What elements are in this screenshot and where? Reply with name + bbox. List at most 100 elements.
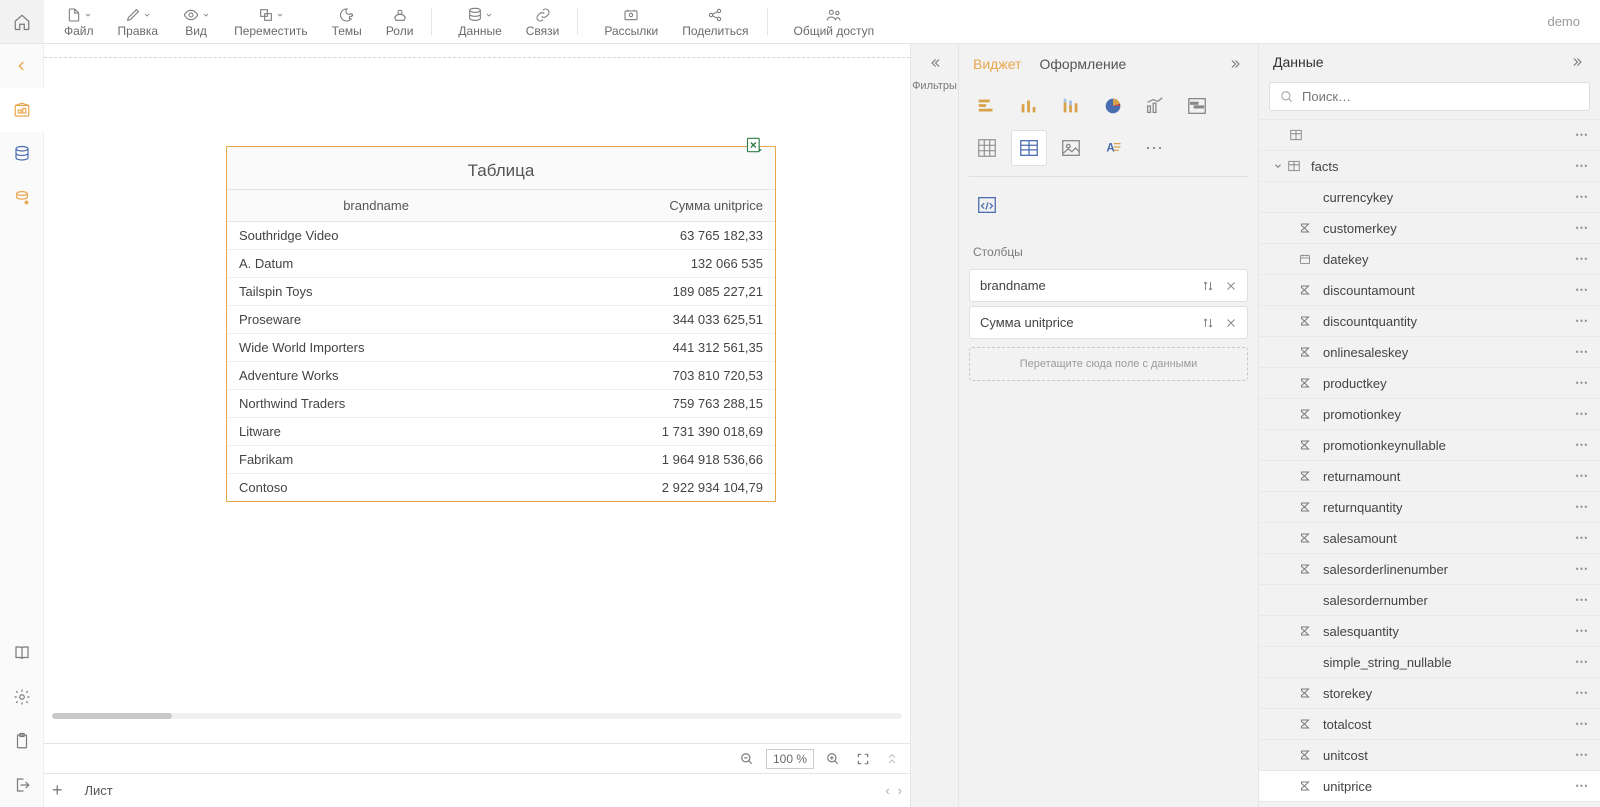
excel-export-icon[interactable] (745, 135, 765, 155)
more-icon[interactable]: ⋯ (1575, 716, 1590, 732)
zoom-out-button[interactable] (736, 748, 758, 770)
more-icon[interactable]: ⋯ (1575, 127, 1590, 143)
table-row[interactable]: Tailspin Toys189 085 227,21 (227, 278, 775, 306)
zoom-in-button[interactable] (822, 748, 844, 770)
add-sheet-button[interactable]: + (52, 780, 63, 801)
tree-table-facts[interactable]: facts ⋯ (1259, 151, 1600, 182)
tree-field[interactable]: discountquantity⋯ (1259, 306, 1600, 337)
exit-button[interactable] (0, 763, 44, 807)
column-chip[interactable]: Сумма unitprice (969, 306, 1248, 339)
more-icon[interactable]: ⋯ (1575, 530, 1590, 546)
chart-type-bar-stacked[interactable] (1053, 88, 1089, 124)
expand-filters-button[interactable] (927, 56, 943, 70)
tree-field[interactable]: datekey⋯ (1259, 244, 1600, 275)
table-header[interactable]: Сумма unitprice (525, 190, 775, 222)
zoom-level[interactable]: 100 % (766, 749, 814, 769)
tree-field[interactable]: salesamount⋯ (1259, 523, 1600, 554)
chart-type-bar-h[interactable] (969, 88, 1005, 124)
sheet-tab[interactable]: Лист (75, 779, 123, 802)
menu-pencil[interactable]: Правка (106, 2, 171, 42)
tree-field[interactable]: unitcost⋯ (1259, 740, 1600, 771)
chart-type-bar-v[interactable] (1011, 88, 1047, 124)
tree-field[interactable]: salesorderlinenumber⋯ (1259, 554, 1600, 585)
tree-field[interactable]: returnquantity⋯ (1259, 492, 1600, 523)
dashboard-nav[interactable] (0, 88, 44, 132)
collapse-data-panel-button[interactable] (1570, 55, 1586, 69)
tree-field[interactable]: promotionkeynullable⋯ (1259, 430, 1600, 461)
more-icon[interactable]: ⋯ (1575, 468, 1590, 484)
tree-field[interactable]: salesordernumber⋯ (1259, 585, 1600, 616)
chart-type-gantt[interactable] (1179, 88, 1215, 124)
tree-field[interactable]: storekey⋯ (1259, 678, 1600, 709)
sheet-prev-button[interactable]: ‹ (885, 783, 889, 798)
more-icon[interactable]: ⋯ (1575, 592, 1590, 608)
tree-field[interactable]: currencykey⋯ (1259, 182, 1600, 213)
settings-button[interactable] (0, 675, 44, 719)
table-widget[interactable]: Таблица brandnameСумма unitprice Southri… (226, 146, 776, 502)
data-search[interactable] (1269, 82, 1590, 111)
tree-field[interactable]: discountamount⋯ (1259, 275, 1600, 306)
more-icon[interactable]: ⋯ (1575, 313, 1590, 329)
chart-type-table[interactable] (1011, 130, 1047, 166)
menu-eye[interactable]: Вид (170, 2, 222, 42)
horizontal-scrollbar[interactable] (52, 713, 902, 719)
chart-type-combo[interactable] (1137, 88, 1173, 124)
menu-file[interactable]: Файл (52, 2, 106, 42)
more-icon[interactable]: ⋯ (1575, 344, 1590, 360)
collapse-up-button[interactable] (882, 749, 902, 769)
table-row[interactable]: Adventure Works703 810 720,53 (227, 362, 775, 390)
menu-roles[interactable]: Роли (374, 2, 426, 42)
more-icon[interactable]: ⋯ (1575, 158, 1590, 174)
more-icon[interactable]: ⋯ (1575, 406, 1590, 422)
more-icon[interactable]: ⋯ (1575, 220, 1590, 236)
table-header[interactable]: brandname (227, 190, 525, 222)
tree-field[interactable]: onlinesaleskey⋯ (1259, 337, 1600, 368)
data-nav[interactable] (0, 132, 44, 176)
docs-button[interactable] (0, 631, 44, 675)
chip-remove-icon[interactable] (1225, 280, 1237, 292)
menu-mail[interactable]: Рассылки (592, 2, 670, 42)
chart-type-pie[interactable] (1095, 88, 1131, 124)
tree-field[interactable]: returnamount⋯ (1259, 461, 1600, 492)
chip-remove-icon[interactable] (1225, 317, 1237, 329)
user-label[interactable]: demo (1547, 0, 1600, 43)
more-icon[interactable]: ⋯ (1575, 685, 1590, 701)
more-icon[interactable]: ⋯ (1575, 747, 1590, 763)
more-icon[interactable]: ⋯ (1575, 375, 1590, 391)
menu-people[interactable]: Общий доступ (782, 2, 887, 42)
home-button[interactable] (0, 0, 44, 43)
model-nav[interactable] (0, 176, 44, 220)
tree-field[interactable]: totalcost⋯ (1259, 709, 1600, 740)
table-row[interactable]: Wide World Importers441 312 561,35 (227, 334, 775, 362)
menu-move[interactable]: Переместить (222, 2, 320, 42)
more-icon[interactable]: ⋯ (1575, 437, 1590, 453)
table-row[interactable]: Southridge Video63 765 182,33 (227, 222, 775, 250)
menu-share[interactable]: Поделиться (670, 2, 760, 42)
back-button[interactable] (0, 44, 44, 88)
table-row[interactable]: Fabrikam1 964 918 536,66 (227, 446, 775, 474)
fullscreen-button[interactable] (852, 748, 874, 770)
tree-field[interactable]: promotionkey⋯ (1259, 399, 1600, 430)
table-row[interactable]: Contoso2 922 934 104,79 (227, 474, 775, 502)
chart-type-text[interactable]: A (1095, 130, 1131, 166)
chart-type-pivot[interactable] (969, 130, 1005, 166)
table-row[interactable]: Litware1 731 390 018,69 (227, 418, 775, 446)
more-icon[interactable]: ⋯ (1575, 654, 1590, 670)
more-icon[interactable]: ⋯ (1575, 251, 1590, 267)
table-row[interactable]: Northwind Traders759 763 288,15 (227, 390, 775, 418)
more-icon[interactable]: ⋯ (1575, 623, 1590, 639)
more-icon[interactable]: ⋯ (1575, 778, 1590, 794)
tree-field[interactable]: salesquantity⋯ (1259, 616, 1600, 647)
menu-db[interactable]: Данные (446, 2, 513, 42)
more-icon[interactable]: ⋯ (1575, 561, 1590, 577)
menu-theme[interactable]: Темы (320, 2, 374, 42)
clipboard-button[interactable] (0, 719, 44, 763)
tree-field[interactable]: simple_string_nullable⋯ (1259, 647, 1600, 678)
more-icon[interactable]: ⋯ (1575, 499, 1590, 515)
columns-drop-zone[interactable]: Перетащите сюда поле с данными (969, 347, 1248, 381)
chart-type-image[interactable] (1053, 130, 1089, 166)
search-input[interactable] (1302, 89, 1579, 104)
sheet-next-button[interactable]: › (898, 783, 902, 798)
menu-link[interactable]: Связи (514, 2, 572, 42)
tree-field[interactable]: unitprice⋯ (1259, 771, 1600, 802)
